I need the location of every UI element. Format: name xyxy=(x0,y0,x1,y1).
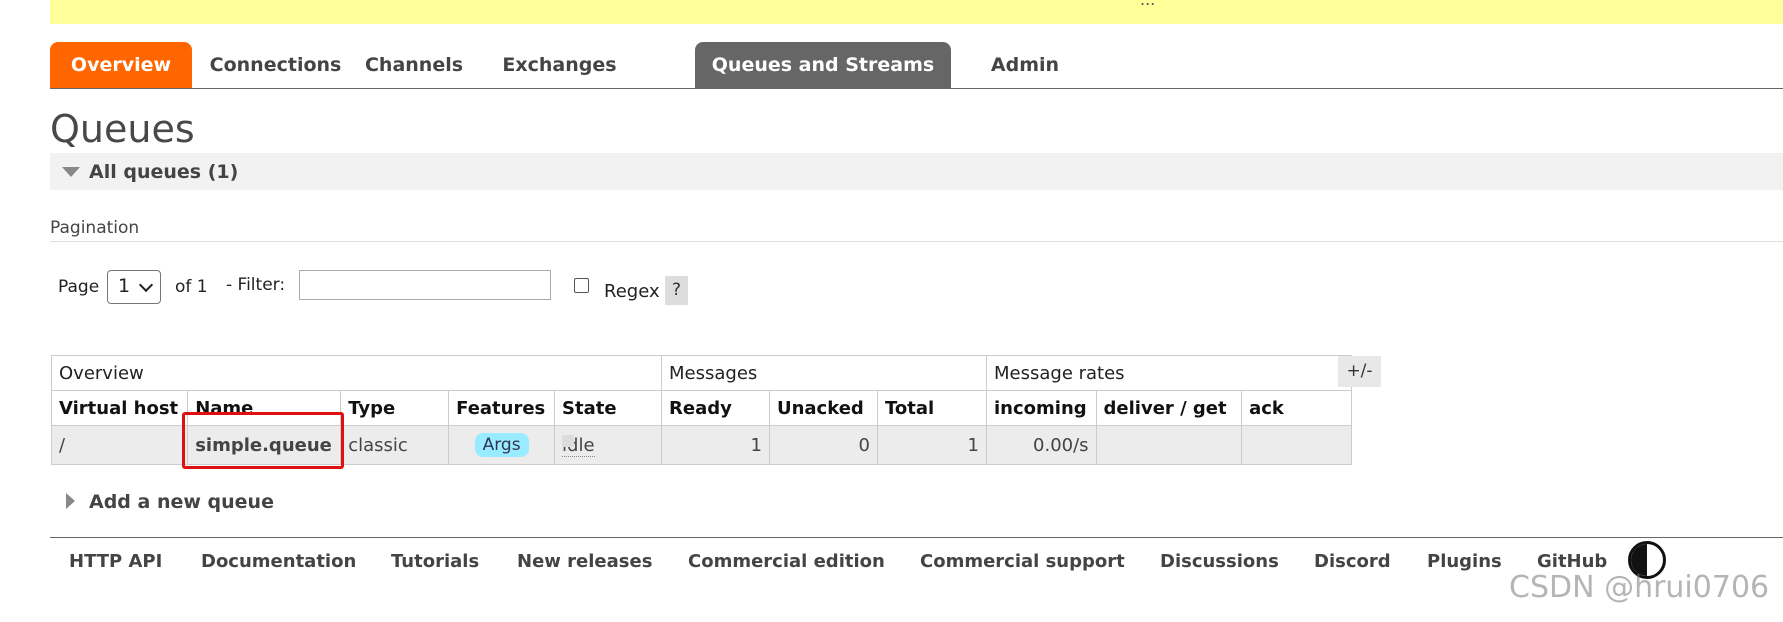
footer-divider xyxy=(50,537,1783,538)
col-unacked[interactable]: Unacked xyxy=(768,390,878,426)
footer-link-discord[interactable]: Discord xyxy=(1314,551,1391,572)
page-select[interactable]: 1 xyxy=(107,270,161,304)
chevron-down-icon xyxy=(138,277,154,293)
cell-ready: 1 xyxy=(661,425,770,465)
footer-link-commercial-edition[interactable]: Commercial edition xyxy=(688,551,885,572)
annotation-highlight-box xyxy=(182,412,344,469)
args-badge[interactable]: Args xyxy=(474,433,529,457)
tab-channels[interactable]: Channels xyxy=(354,42,474,88)
col-features[interactable]: Features xyxy=(448,390,556,426)
cell-state: idle xyxy=(554,425,662,465)
expand-triangle-icon xyxy=(66,493,75,509)
footer-link-documentation[interactable]: Documentation xyxy=(201,551,356,572)
table-group-row: Overview Messages Message rates xyxy=(51,355,1352,391)
col-total[interactable]: Total xyxy=(876,390,988,426)
footer-link-tutorials[interactable]: Tutorials xyxy=(391,551,479,572)
regex-label: Regex xyxy=(604,281,660,302)
collapse-triangle-icon xyxy=(62,167,80,177)
cell-ack xyxy=(1241,425,1352,465)
add-queue-label: Add a new queue xyxy=(89,491,274,513)
cell-unacked: 0 xyxy=(768,425,878,465)
page-label: Page xyxy=(58,277,100,297)
footer-link-new-releases[interactable]: New releases xyxy=(517,551,652,572)
col-incoming[interactable]: incoming xyxy=(986,390,1097,426)
col-deliver-get[interactable]: deliver / get xyxy=(1095,390,1243,426)
tab-queues-and-streams[interactable]: Queues and Streams xyxy=(695,42,951,88)
columns-toggle-button[interactable]: +/- xyxy=(1338,356,1381,387)
regex-checkbox[interactable] xyxy=(574,278,589,293)
col-virtual-host[interactable]: Virtual host xyxy=(50,390,189,426)
footer-link-plugins[interactable]: Plugins xyxy=(1427,551,1502,572)
pagination-label: Pagination xyxy=(50,218,140,238)
col-state[interactable]: State xyxy=(554,390,662,426)
main-nav-tabs: Overview Connections Channels Exchanges … xyxy=(50,42,1783,89)
filter-input[interactable] xyxy=(299,270,551,300)
tab-admin[interactable]: Admin xyxy=(970,42,1080,88)
group-overview: Overview xyxy=(51,355,662,391)
footer-link-github[interactable]: GitHub xyxy=(1537,551,1607,572)
page-select-value: 1 xyxy=(118,275,131,297)
footer-link-http-api[interactable]: HTTP API xyxy=(69,551,162,572)
notice-banner-text: ... xyxy=(1140,0,1155,9)
col-ack[interactable]: ack xyxy=(1241,390,1352,426)
tab-exchanges[interactable]: Exchanges xyxy=(488,42,631,88)
cell-type: classic xyxy=(340,425,450,465)
all-queues-title: All queues (1) xyxy=(89,161,239,183)
cell-total: 1 xyxy=(876,425,988,465)
all-queues-section-toggle[interactable]: All queues (1) xyxy=(50,153,1783,190)
page-count-label: of 1 xyxy=(175,277,208,297)
page-title: Queues xyxy=(50,107,195,151)
state-indicator-icon xyxy=(562,435,575,447)
pagination-divider xyxy=(50,241,1783,242)
filter-label: - Filter: xyxy=(226,275,286,295)
cell-incoming: 0.00/s xyxy=(986,425,1097,465)
regex-help-button[interactable]: ? xyxy=(665,276,688,305)
cell-deliver-get xyxy=(1095,425,1243,465)
group-message-rates: Message rates xyxy=(986,355,1352,391)
cell-vhost: / xyxy=(50,425,189,465)
col-type[interactable]: Type xyxy=(340,390,450,426)
tab-overview[interactable]: Overview xyxy=(50,42,192,88)
footer-link-commercial-support[interactable]: Commercial support xyxy=(920,551,1125,572)
cell-features: Args xyxy=(448,425,556,465)
footer-link-discussions[interactable]: Discussions xyxy=(1160,551,1279,572)
notice-banner: ... xyxy=(50,0,1783,24)
watermark-text: CSDN @hrui0706 xyxy=(1509,570,1770,605)
col-ready[interactable]: Ready xyxy=(661,390,770,426)
group-messages: Messages xyxy=(661,355,987,391)
tab-connections[interactable]: Connections xyxy=(203,42,348,88)
